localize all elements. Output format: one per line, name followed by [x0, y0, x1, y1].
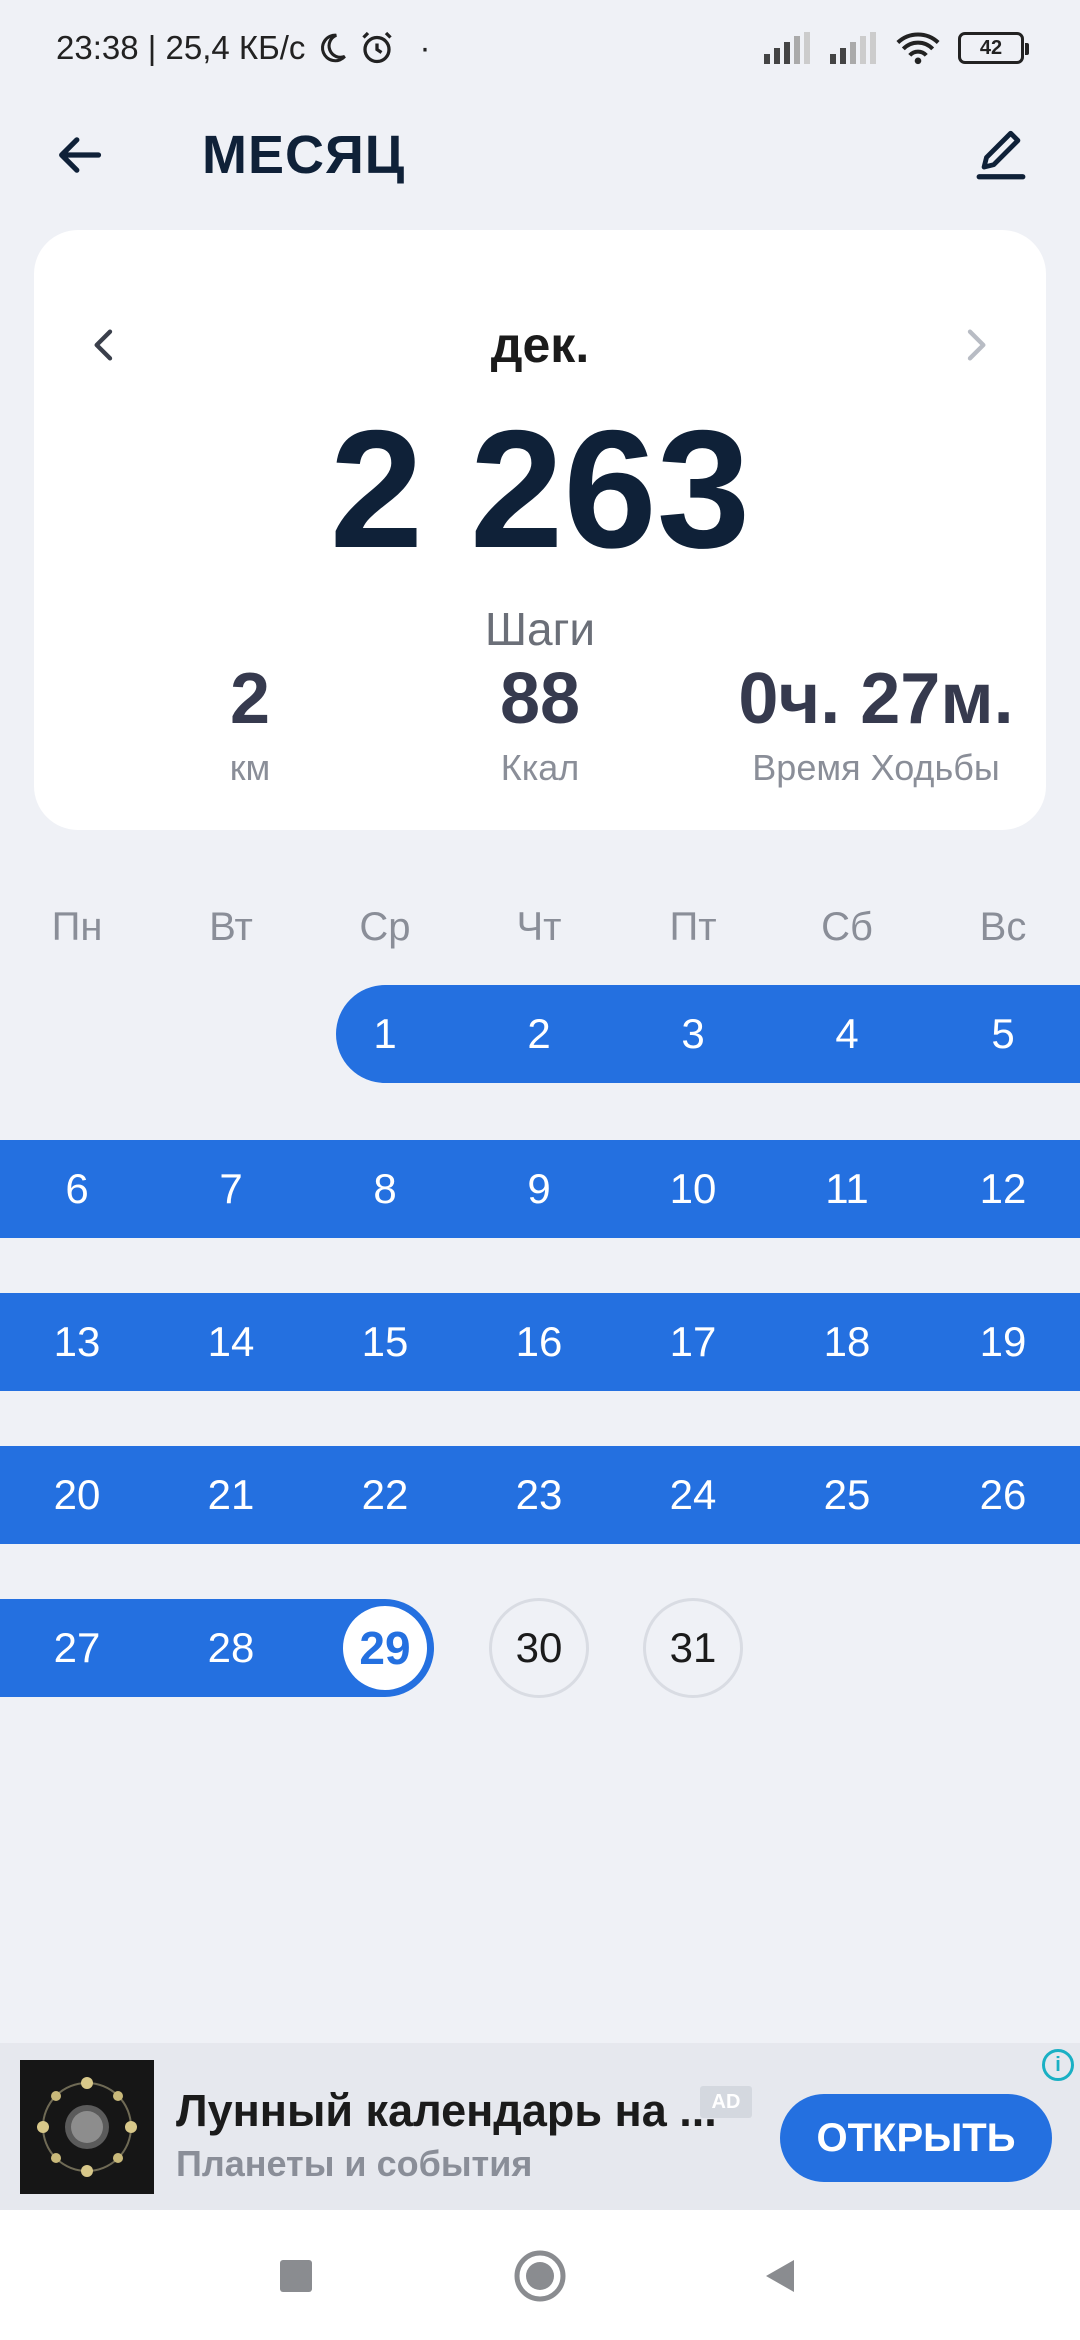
- next-month-button[interactable]: [940, 310, 1010, 380]
- calendar-day[interactable]: 16: [484, 1293, 594, 1391]
- summary-card: дек. 2 263 Шаги 2 км 88 Ккал 0ч. 27м. Вр…: [34, 230, 1046, 830]
- ad-title: Лунный календарь на ...: [176, 2085, 717, 2136]
- calories-value: 88: [499, 659, 581, 739]
- month-label: дек.: [490, 317, 590, 373]
- weekday-header: Пн Вт Ср Чт Пт Сб Вс: [0, 905, 1080, 965]
- calendar-day[interactable]: 17: [638, 1293, 748, 1391]
- wifi-icon: [896, 31, 940, 65]
- calendar-day[interactable]: 14: [176, 1293, 286, 1391]
- calendar-day[interactable]: 13: [22, 1293, 132, 1391]
- ad-open-button[interactable]: ОТКРЫТЬ: [780, 2094, 1052, 2182]
- calendar-day[interactable]: 21: [176, 1446, 286, 1544]
- moon-icon: [315, 31, 349, 65]
- square-icon: [280, 2260, 312, 2292]
- calendar-week-row: 13 14 15 16 17 18 19: [0, 1293, 1080, 1391]
- calendar-week-row: 27 28 29 30 31: [0, 1598, 1080, 1698]
- signal-icon: [764, 32, 812, 64]
- calendar-day[interactable]: 20: [22, 1446, 132, 1544]
- today-marker: 29: [343, 1606, 427, 1690]
- calendar-day-today[interactable]: 29: [330, 1599, 440, 1697]
- home-button[interactable]: [510, 2246, 570, 2306]
- calendar-day[interactable]: 11: [792, 1140, 902, 1238]
- calories-stat: 88 Ккал: [390, 659, 690, 789]
- alarm-icon: [359, 30, 395, 66]
- calendar-day[interactable]: 7: [176, 1140, 286, 1238]
- status-left: 23:38 | 25,4 КБ/с ·: [56, 29, 430, 67]
- weekday-label: Пн: [51, 905, 103, 949]
- calendar-day[interactable]: 18: [792, 1293, 902, 1391]
- back-nav-button[interactable]: [750, 2246, 810, 2306]
- future-day-marker: 30: [489, 1598, 589, 1698]
- calendar-day[interactable]: 19: [948, 1293, 1058, 1391]
- ad-badge: AD: [700, 2086, 752, 2118]
- steps-label: Шаги: [484, 603, 596, 655]
- battery-icon: 42: [958, 32, 1029, 64]
- calendar-day[interactable]: 5: [948, 985, 1058, 1083]
- calendar-day[interactable]: 8: [330, 1140, 440, 1238]
- weekday-label: Пт: [669, 905, 717, 949]
- calendar-day[interactable]: 22: [330, 1446, 440, 1544]
- chevron-left-icon: [94, 329, 113, 361]
- weekday-label: Вт: [209, 905, 253, 949]
- weekday-label: Ср: [359, 905, 411, 949]
- ad-thumbnail-image: [20, 2060, 154, 2194]
- distance-stat: 2 км: [100, 659, 400, 789]
- steps-value: 2 263: [329, 395, 751, 583]
- calendar-week-row: 6 7 8 9 10 11 12: [0, 1140, 1080, 1238]
- calendar-day[interactable]: 25: [792, 1446, 902, 1544]
- calendar-day[interactable]: 9: [484, 1140, 594, 1238]
- status-bar: 23:38 | 25,4 КБ/с · 42: [0, 0, 1080, 96]
- weekday-label: Вс: [979, 905, 1027, 949]
- app-header: МЕСЯЦ: [0, 110, 1080, 200]
- calendar-day[interactable]: 2: [484, 985, 594, 1083]
- circle-icon: [514, 2250, 566, 2302]
- status-time: 23:38 | 25,4 КБ/с: [56, 29, 306, 66]
- calendar-day[interactable]: 24: [638, 1446, 748, 1544]
- ad-subtitle: Планеты и события: [176, 2143, 533, 2184]
- calendar-day[interactable]: 23: [484, 1446, 594, 1544]
- system-navigation-bar: [0, 2210, 1080, 2340]
- calendar-day[interactable]: 27: [22, 1599, 132, 1697]
- page-title: МЕСЯЦ: [202, 125, 406, 185]
- calendar-day[interactable]: 3: [638, 985, 748, 1083]
- previous-month-button[interactable]: [70, 310, 140, 380]
- weekday-label: Чт: [516, 905, 562, 949]
- back-button[interactable]: [44, 120, 114, 190]
- calendar-day[interactable]: 28: [176, 1599, 286, 1697]
- walking-time-stat: 0ч. 27м. Время Ходьбы: [696, 659, 1056, 789]
- calories-label: Ккал: [500, 747, 580, 789]
- triangle-back-icon: [766, 2260, 794, 2292]
- pencil-icon: [976, 130, 1026, 180]
- calendar-week-row: 12345: [0, 985, 1080, 1083]
- calendar-day[interactable]: 12: [948, 1140, 1058, 1238]
- future-day-marker: 31: [643, 1598, 743, 1698]
- calendar-week-row: 20 21 22 23 24 25 26: [0, 1446, 1080, 1544]
- walking-time-value: 0ч. 27м.: [738, 659, 1014, 739]
- status-dot: ·: [419, 29, 431, 66]
- calendar-day[interactable]: 10: [638, 1140, 748, 1238]
- calendar-day[interactable]: 4: [792, 985, 902, 1083]
- status-right: 42: [764, 31, 1029, 65]
- calendar-day[interactable]: 15: [330, 1293, 440, 1391]
- calendar-day[interactable]: 1: [330, 985, 440, 1083]
- signal-icon-2: [830, 32, 878, 64]
- weekday-label: Сб: [821, 905, 873, 949]
- ad-banner[interactable]: Лунный календарь на ... AD Планеты и соб…: [0, 2043, 1080, 2210]
- calendar-day[interactable]: 26: [948, 1446, 1058, 1544]
- distance-label: км: [229, 747, 271, 789]
- calendar-day[interactable]: 31: [638, 1598, 748, 1698]
- month-selector: дек.: [34, 310, 1046, 380]
- arrow-left-icon: [59, 137, 102, 173]
- distance-value: 2: [229, 659, 271, 739]
- calendar-day[interactable]: 30: [484, 1598, 594, 1698]
- walking-time-label: Время Ходьбы: [752, 747, 1000, 789]
- calendar-day[interactable]: 6: [22, 1140, 132, 1238]
- chevron-right-icon: [967, 329, 986, 361]
- ad-info-icon[interactable]: i: [1042, 2049, 1074, 2081]
- recent-apps-button[interactable]: [266, 2246, 326, 2306]
- edit-button[interactable]: [966, 120, 1036, 190]
